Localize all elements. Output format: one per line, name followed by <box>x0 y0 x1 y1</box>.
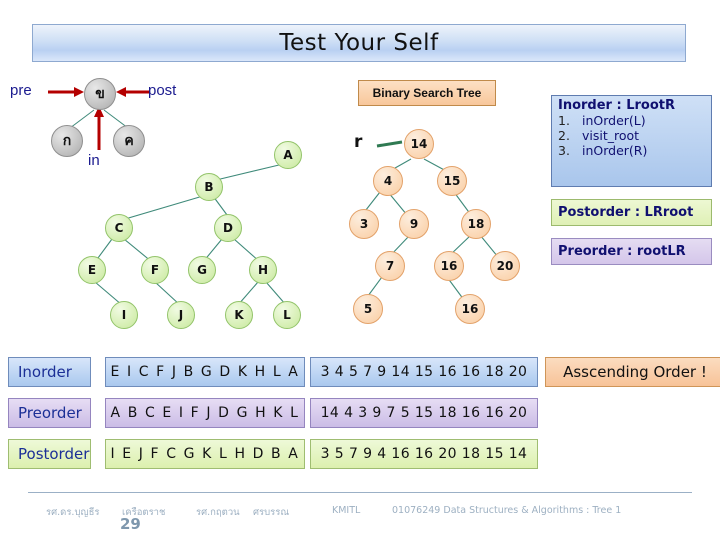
preorder-definition-panel: Preorder : rootLR <box>551 238 712 265</box>
bst-node-7: 7 <box>375 251 405 281</box>
tree-node-j: J <box>167 301 195 329</box>
inorder-step-2: 2. visit_root <box>558 128 640 143</box>
row-letters-postorder: I E J F C G K L H D B A <box>105 439 305 469</box>
tree-node-b: B <box>195 173 223 201</box>
tree-node-d: D <box>214 214 242 242</box>
row-letters-preorder: A B C E I F J D G H K L <box>105 398 305 428</box>
footer-divider <box>28 492 692 493</box>
letter-tree-edges <box>94 164 287 306</box>
slide-root: Test Your Self ข ก ค pre post in A B C D… <box>0 0 720 540</box>
postorder-definition-panel: Postorder : LRroot <box>551 199 712 226</box>
footer-author3: รศ.กฤตวน <box>196 507 240 518</box>
bst-node-4: 4 <box>373 166 403 196</box>
row-numbers-postorder: 3 5 7 9 4 16 16 20 18 15 14 <box>310 439 538 469</box>
tree-node-l: L <box>273 301 301 329</box>
footer-author1: รศ.ดร.บุญธีร <box>46 507 100 518</box>
bst-node-16-child: 16 <box>455 294 485 324</box>
row-letters-inorder: E I C F J B G D K H L A <box>105 357 305 387</box>
traversal-results-table: Inorder E I C F J B G D K H L A 3 4 5 7 … <box>0 352 720 475</box>
bst-node-16-left: 16 <box>434 251 464 281</box>
letter-tree: A B C D E F G H I J K L <box>0 0 330 340</box>
tree-node-a: A <box>274 141 302 169</box>
binary-search-tree-badge: Binary Search Tree <box>358 80 496 106</box>
postorder-panel-title: Postorder : LRroot <box>558 205 694 220</box>
tree-node-i: I <box>110 301 138 329</box>
row-numbers-inorder: 3 4 5 7 9 14 15 16 16 18 20 <box>310 357 538 387</box>
bst-node-20: 20 <box>490 251 520 281</box>
bst-node-15: 15 <box>437 166 467 196</box>
bst-root-pointer-label: r <box>354 132 363 152</box>
bst-tree: r 14 4 15 3 9 18 7 16 20 5 16 <box>330 120 530 340</box>
tree-node-e: E <box>78 256 106 284</box>
ascending-order-note: Asscending Order ! <box>545 357 720 387</box>
inorder-step-3: 3. inOrder(R) <box>558 143 648 158</box>
preorder-panel-title: Preorder : rootLR <box>558 244 686 259</box>
bst-node-14: 14 <box>404 129 434 159</box>
bst-node-5: 5 <box>353 294 383 324</box>
bst-node-3: 3 <box>349 209 379 239</box>
inorder-panel-title: Inorder : LrootR <box>558 98 675 113</box>
row-label-preorder: Preorder <box>8 398 91 428</box>
footer-institution: KMITL <box>332 505 361 516</box>
tree-node-g: G <box>188 256 216 284</box>
bst-node-18: 18 <box>461 209 491 239</box>
row-label-inorder: Inorder <box>8 357 91 387</box>
tree-node-k: K <box>225 301 253 329</box>
table-row: Inorder E I C F J B G D K H L A 3 4 5 7 … <box>0 352 720 393</box>
binary-search-tree-badge-label: Binary Search Tree <box>372 86 482 100</box>
inorder-step-1: 1. inOrder(L) <box>558 113 646 128</box>
page-number: 29 <box>120 515 141 533</box>
footer-author4: ศรบรรณ <box>253 507 290 518</box>
row-label-postorder: Postorder <box>8 439 91 469</box>
tree-node-c: C <box>105 214 133 242</box>
bst-node-9: 9 <box>399 209 429 239</box>
tree-node-f: F <box>141 256 169 284</box>
footer-course: 01076249 Data Structures & Algorithms : … <box>392 505 622 516</box>
tree-node-h: H <box>249 256 277 284</box>
table-row: Preorder A B C E I F J D G H K L 14 4 3 … <box>0 393 720 434</box>
row-numbers-preorder: 14 4 3 9 7 5 15 18 16 16 20 <box>310 398 538 428</box>
inorder-definition-panel: Inorder : LrootR 1. inOrder(L) 2. visit_… <box>551 95 712 187</box>
table-row: Postorder I E J F C G K L H D B A 3 5 7 … <box>0 434 720 475</box>
